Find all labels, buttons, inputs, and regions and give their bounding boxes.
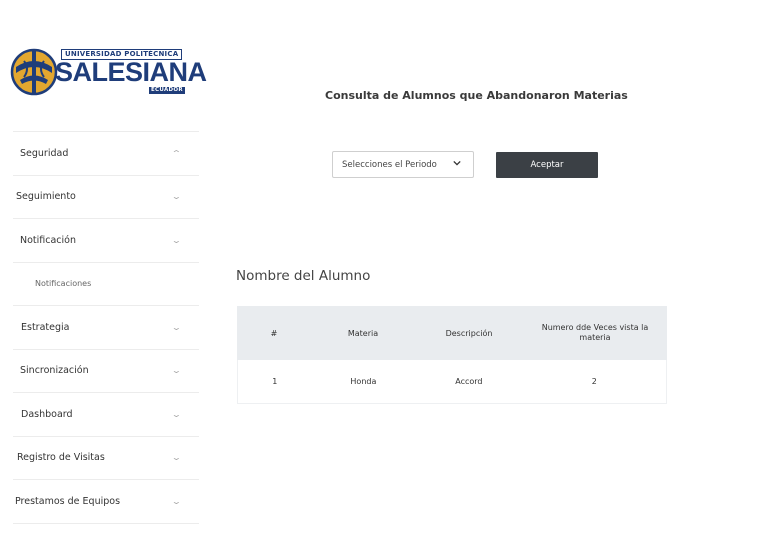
sidebar-item-label: Notificaciones — [35, 279, 92, 289]
period-select[interactable]: Selecciones el Periodo — [332, 151, 474, 178]
sidebar-item-label: Seguimiento — [16, 191, 76, 203]
table-cell: 1 — [272, 377, 278, 386]
table-row: 1 Honda Accord 2 — [237, 360, 667, 404]
sidebar-item-dashboard[interactable]: Dashboard ⌄ — [13, 392, 199, 436]
column-header-veces: Numero dde Veces vista la materia — [541, 323, 649, 342]
table-cell: 2 — [591, 376, 597, 386]
chevron-down-icon: ⌄ — [170, 235, 182, 245]
sidebar-nav: Seguridad ⌃ Seguimiento ⌄ Notificación ⌄… — [13, 131, 199, 524]
logo-name: SALESIANA — [55, 57, 207, 87]
page-title: Consulta de Alumnos que Abandonaron Mate… — [325, 89, 628, 102]
table-cell: Honda — [350, 377, 377, 386]
sidebar-item-label: Estrategia — [21, 321, 70, 333]
chevron-down-icon: ⌄ — [170, 453, 182, 463]
chevron-up-icon: ⌃ — [170, 148, 182, 158]
chevron-down-icon: ⌄ — [170, 496, 182, 506]
sidebar-item-seguridad[interactable]: Seguridad ⌃ — [13, 131, 199, 175]
period-select-value: Selecciones el Periodo — [342, 159, 437, 170]
table-cell: Accord — [455, 377, 483, 386]
logo-country: ECUADOR — [149, 87, 185, 94]
student-name-heading: Nombre del Alumno — [236, 268, 371, 284]
sidebar-item-notificacion[interactable]: Notificación ⌄ — [13, 218, 199, 262]
sidebar-item-label: Notificación — [20, 234, 77, 246]
university-logo: UNIVERSIDAD POLITÉCNICA SALESIANA ECUADO… — [10, 47, 207, 99]
chevron-down-icon: ⌄ — [170, 192, 182, 202]
sidebar-item-label: Seguridad — [20, 147, 69, 159]
sidebar-item-registro-visitas[interactable]: Registro de Visitas ⌄ — [13, 435, 199, 480]
chevron-down-icon: ⌄ — [170, 366, 182, 376]
chevron-down-icon — [453, 160, 461, 166]
sidebar-divider — [13, 522, 199, 524]
sidebar-item-sincronizacion[interactable]: Sincronización ⌄ — [13, 348, 199, 393]
sidebar-subitem-notificaciones[interactable]: Notificaciones — [13, 261, 199, 306]
column-header-number: # — [270, 328, 278, 338]
sidebar-item-label: Registro de Visitas — [17, 452, 105, 464]
sidebar-item-label: Sincronización — [20, 365, 89, 377]
sidebar-item-estrategia[interactable]: Estrategia ⌄ — [13, 305, 199, 349]
chevron-down-icon: ⌄ — [170, 322, 182, 332]
chevron-down-icon: ⌄ — [170, 409, 182, 419]
sidebar-item-label: Dashboard — [21, 408, 73, 420]
sidebar-item-label: Prestamos de Equipos — [15, 495, 121, 507]
dropouts-table: # Materia Descripción Numero dde Veces v… — [237, 306, 667, 404]
sidebar-item-seguimiento[interactable]: Seguimiento ⌄ — [13, 174, 199, 219]
column-header-materia: Materia — [347, 328, 379, 338]
globe-emblem-icon — [10, 48, 58, 96]
sidebar-item-prestamos-equipos[interactable]: Prestamos de Equipos ⌄ — [13, 479, 199, 523]
column-header-descripcion: Descripción — [445, 328, 493, 338]
table-header: # Materia Descripción Numero dde Veces v… — [237, 306, 667, 360]
accept-button[interactable]: Aceptar — [496, 152, 598, 178]
